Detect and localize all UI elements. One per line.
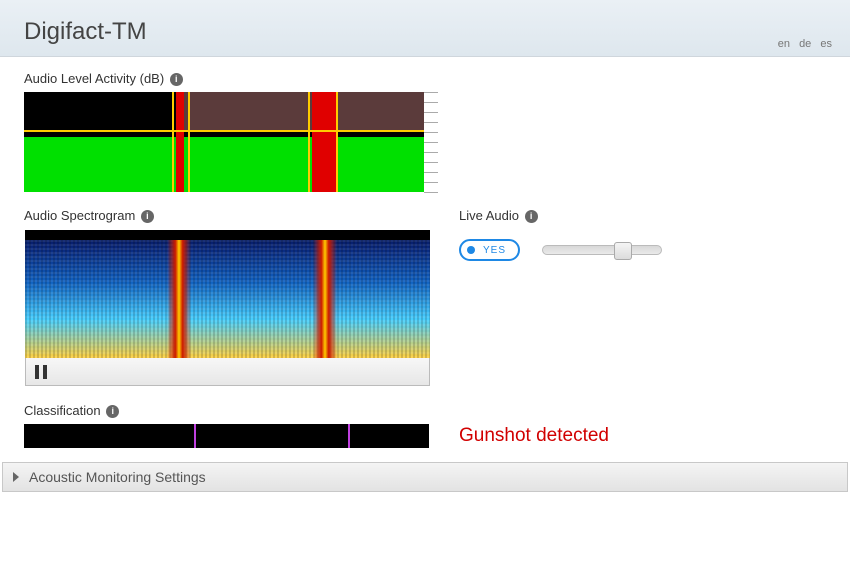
level-axis-ticks (424, 92, 454, 192)
app-title: Digifact-TM (24, 18, 826, 46)
info-icon[interactable]: i (170, 73, 183, 86)
spectrogram-title-text: Audio Spectrogram (24, 208, 135, 223)
lang-en[interactable]: en (778, 38, 790, 50)
live-audio-toggle[interactable]: YES (459, 239, 520, 261)
live-audio-slider[interactable] (542, 245, 662, 255)
slider-thumb[interactable] (614, 242, 632, 260)
live-audio-section-label: Live Audio i (459, 208, 826, 223)
level-section-label: Audio Level Activity (dB) i (24, 71, 826, 86)
chevron-right-icon (13, 472, 19, 482)
lang-de[interactable]: de (799, 38, 811, 50)
classification-bar (24, 424, 429, 448)
pause-icon[interactable] (34, 365, 48, 379)
settings-accordion-header[interactable]: Acoustic Monitoring Settings (2, 462, 848, 492)
app-header: Digifact-TM en de es (0, 0, 850, 57)
spectrogram-section-label: Audio Spectrogram i (24, 208, 429, 223)
language-switcher: en de es (772, 38, 832, 50)
classification-title-text: Classification (24, 403, 101, 418)
spectrogram-controls (25, 358, 430, 386)
info-icon[interactable]: i (525, 210, 538, 223)
info-icon[interactable]: i (141, 210, 154, 223)
classification-alert: Gunshot detected (459, 425, 826, 447)
toggle-label: YES (483, 245, 506, 256)
spectrogram-view (25, 230, 430, 358)
level-title-text: Audio Level Activity (dB) (24, 71, 164, 86)
live-audio-title-text: Live Audio (459, 208, 519, 223)
audio-level-chart (24, 92, 424, 192)
info-icon[interactable]: i (106, 405, 119, 418)
accordion-title: Acoustic Monitoring Settings (29, 469, 206, 485)
lang-es[interactable]: es (820, 38, 832, 50)
classification-section-label: Classification i (24, 403, 429, 418)
toggle-dot-icon (467, 246, 475, 254)
